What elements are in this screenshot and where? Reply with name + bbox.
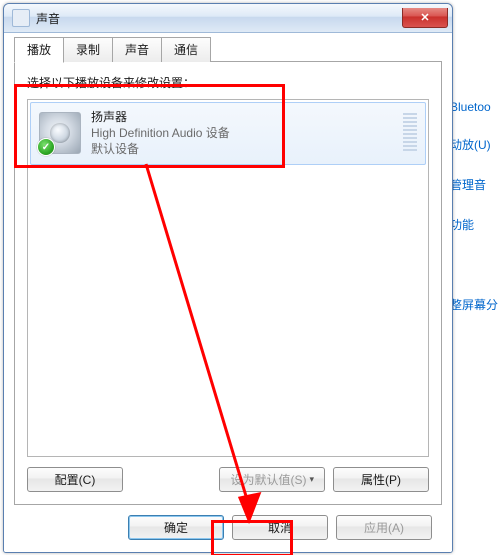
level-meter-icon [403, 113, 417, 153]
tab-page-playback: 选择以下播放设备来修改设置： ✓ 扬声器 High Definition Aud… [14, 62, 442, 505]
bg-link[interactable]: 整屏幕分 [450, 296, 498, 313]
screenshot-stage: Bluetoo 动放(U) 管理音 功能 整屏幕分 声音 ✕ 播放 录制 声音 … [0, 0, 500, 555]
close-button[interactable]: ✕ [402, 8, 448, 28]
bg-link[interactable]: 功能 [450, 216, 474, 233]
device-texts: 扬声器 High Definition Audio 设备 默认设备 [91, 109, 230, 158]
tab-recording[interactable]: 录制 [63, 37, 113, 62]
device-list[interactable]: ✓ 扬声器 High Definition Audio 设备 默认设备 [27, 99, 429, 457]
window-title: 声音 [36, 10, 60, 27]
instruction-text: 选择以下播放设备来修改设置： [27, 74, 429, 91]
configure-button[interactable]: 配置(C) [27, 467, 123, 492]
tab-playback[interactable]: 播放 [14, 37, 64, 63]
sound-app-icon [12, 9, 30, 27]
set-default-label: 设为默认值(S) [230, 471, 306, 488]
ok-button[interactable]: 确定 [128, 515, 224, 540]
client-area: 播放 录制 声音 通信 选择以下播放设备来修改设置： ✓ 扬声器 High De… [4, 33, 452, 552]
tab-communications[interactable]: 通信 [161, 37, 211, 62]
speaker-icon: ✓ [39, 112, 81, 154]
apply-button[interactable]: 应用(A) [336, 515, 432, 540]
set-default-button[interactable]: 设为默认值(S) ▾ [219, 467, 325, 492]
tab-strip: 播放 录制 声音 通信 [14, 39, 442, 62]
tabpage-button-row: 配置(C) 设为默认值(S) ▾ 属性(P) [27, 467, 429, 492]
default-check-icon: ✓ [37, 138, 55, 156]
bg-link[interactable]: Bluetoo [450, 100, 491, 114]
properties-button[interactable]: 属性(P) [333, 467, 429, 492]
chevron-down-icon: ▾ [309, 474, 314, 485]
bg-link[interactable]: 管理音 [450, 176, 486, 193]
tab-sounds[interactable]: 声音 [112, 37, 162, 62]
sound-dialog: 声音 ✕ 播放 录制 声音 通信 选择以下播放设备来修改设置： ✓ [3, 3, 453, 553]
bg-link[interactable]: 动放(U) [450, 136, 491, 153]
device-subtitle: High Definition Audio 设备 [91, 125, 230, 141]
cancel-button[interactable]: 取消 [232, 515, 328, 540]
close-icon: ✕ [420, 11, 429, 24]
titlebar[interactable]: 声音 ✕ [4, 4, 452, 33]
device-item-speakers[interactable]: ✓ 扬声器 High Definition Audio 设备 默认设备 [30, 102, 426, 165]
device-status: 默认设备 [91, 141, 230, 157]
dialog-footer: 确定 取消 应用(A) [14, 505, 442, 542]
device-name: 扬声器 [91, 109, 230, 125]
